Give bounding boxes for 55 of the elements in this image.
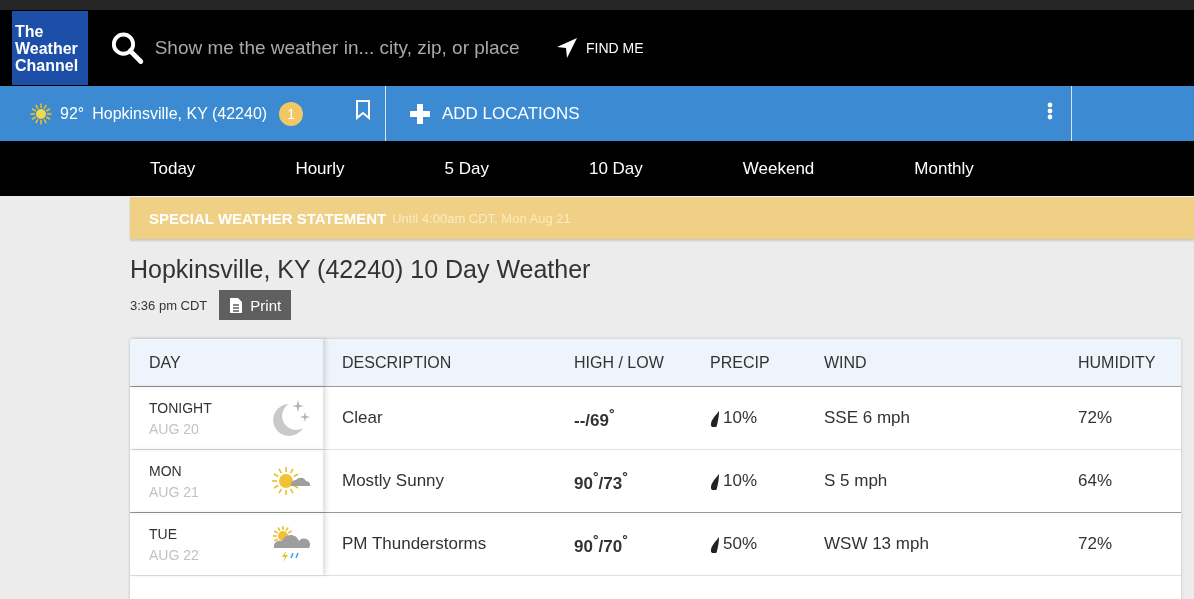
precip-cell: 10% <box>723 408 758 428</box>
nav-tab[interactable]: Today <box>150 158 196 179</box>
logo[interactable]: The Weather Channel <box>12 11 88 85</box>
day-name: TUE <box>149 525 178 542</box>
plus-icon <box>410 103 430 124</box>
raindrop-icon <box>710 535 720 553</box>
sun-icon <box>30 102 52 125</box>
raindrop-icon <box>710 409 720 427</box>
description-cell-text: Mostly Sunny <box>341 471 446 491</box>
nav-tab[interactable]: Monthly <box>914 158 974 179</box>
updated-time: 3:36 pm CDT <box>130 297 208 313</box>
day-name: MON <box>149 462 183 479</box>
day-date: AUG 21 <box>149 483 199 500</box>
description-cell-text: Clear <box>341 408 384 428</box>
column-header: PRECIP <box>709 353 771 372</box>
print-button[interactable]: Print <box>219 290 292 320</box>
temperature-cell-text: 90$^{°}$/70$^{°}$ <box>573 531 629 557</box>
page-title: Hopkinsville, KY (42240) 10 Day Weather <box>130 255 592 284</box>
alert-title: SPECIAL WEATHER STATEMENT <box>149 209 387 227</box>
column-header: WIND <box>823 353 868 372</box>
search-field[interactable]: Show me the weather in... city, zip, or place <box>154 37 530 59</box>
description-cell-text: PM Thunderstorms <box>341 534 488 554</box>
column-header: DESCRIPTION <box>341 353 453 372</box>
document-icon <box>229 296 244 314</box>
day-date: AUG 22 <box>149 546 199 563</box>
temperature: 92° <box>60 104 85 123</box>
find-me-button[interactable]: FIND ME <box>556 37 644 59</box>
humidity-cell-text: 72% <box>1077 534 1114 554</box>
sun-cloud-icon <box>271 464 311 498</box>
bookmark-icon[interactable] <box>355 100 371 120</box>
location-name: Hopkinsville, KY (42240) <box>92 104 268 123</box>
humidity-cell-text: 72% <box>1077 408 1114 428</box>
day-name: TONIGHT <box>149 399 212 416</box>
column-header: DAY <box>148 353 181 372</box>
temperature-cell-text: --/69$^{°}$ <box>573 405 616 431</box>
search-icon[interactable] <box>110 30 145 66</box>
more-menu-icon[interactable] <box>1047 102 1053 120</box>
column-header: HIGH / LOW <box>573 353 665 372</box>
nav-tab[interactable]: Weekend <box>742 158 815 179</box>
wind-cell-text: SSE 6 mph <box>823 408 911 428</box>
wind-cell-text: WSW 13 mph <box>823 534 930 554</box>
alert-detail: Until 4:00am CDT, Mon Aug 21 <box>392 210 571 226</box>
nav-tab[interactable]: Hourly <box>295 158 345 179</box>
precip-cell: 50% <box>723 534 758 554</box>
wind-cell-text: S 5 mph <box>823 471 889 491</box>
temperature-cell-text: 90$^{°}$/73$^{°}$ <box>573 468 629 494</box>
nav-tab[interactable]: 10 Day <box>588 158 643 179</box>
nav-tab[interactable]: 5 Day <box>444 158 489 179</box>
alert-count-badge: 1 <box>279 101 304 126</box>
day-date: AUG 20 <box>149 420 200 437</box>
precip-cell: 10% <box>723 471 758 491</box>
humidity-cell-text: 64% <box>1077 471 1114 491</box>
location-arrow-icon <box>556 37 578 59</box>
raindrop-icon <box>710 472 720 490</box>
column-header: HUMIDITY <box>1077 353 1157 372</box>
